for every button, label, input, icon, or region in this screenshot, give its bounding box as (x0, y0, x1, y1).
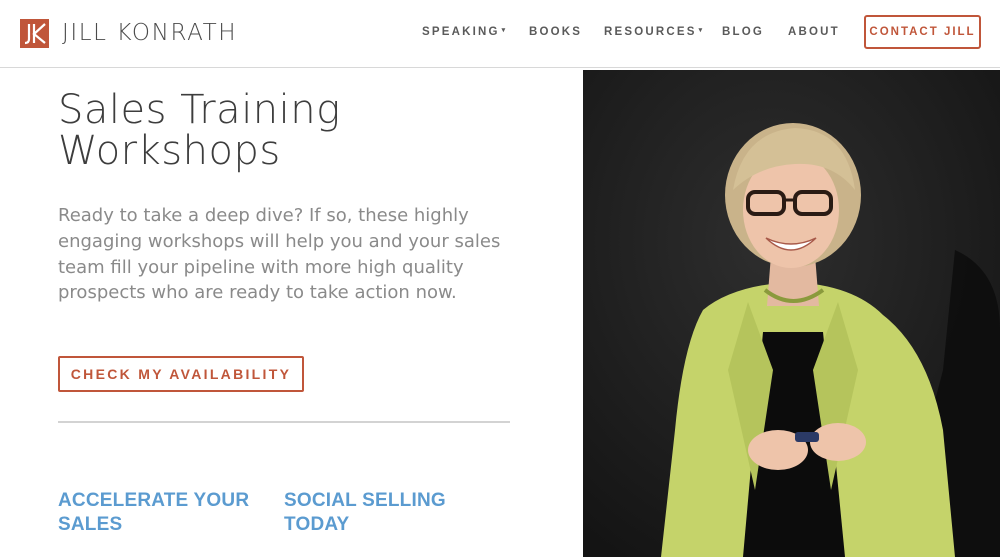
workshop-link-line2: TODAY (284, 514, 350, 535)
contact-button[interactable]: CONTACT JILL (864, 15, 981, 49)
nav-item-blog[interactable]: BLOG (722, 26, 764, 38)
check-availability-button[interactable]: CHECK MY AVAILABILITY (58, 356, 304, 392)
nav-item-resources[interactable]: RESOURCES ▾ (604, 26, 702, 38)
jk-monogram-icon (20, 19, 49, 48)
speaker-illustration (583, 70, 1000, 557)
brand-logo[interactable]: JILL KONRATH (20, 19, 237, 48)
nav-item-about[interactable]: ABOUT (788, 26, 840, 38)
nav-item-speaking[interactable]: SPEAKING ▾ (422, 26, 505, 38)
workshop-link-line1: ACCELERATE YOUR (58, 490, 250, 511)
nav-item-label: BOOKS (529, 26, 583, 38)
workshop-link-accelerate[interactable]: ACCELERATE YOUR SALES (58, 489, 268, 537)
site-header: JILL KONRATH SPEAKING ▾ BOOKS RESOURCES ▾ … (0, 0, 1000, 68)
page-title: Sales Training Workshops (58, 90, 538, 172)
page-title-line1: Sales Training (58, 87, 341, 133)
caret-down-icon: ▾ (698, 27, 703, 34)
nav-item-label: SPEAKING (422, 26, 500, 38)
nav-item-label: BLOG (722, 26, 765, 38)
workshop-link-social-selling[interactable]: SOCIAL SELLING TODAY (284, 489, 484, 537)
workshop-link-line2: SALES (58, 514, 123, 535)
caret-down-icon: ▾ (501, 27, 506, 34)
workshop-link-line1: SOCIAL SELLING (284, 490, 446, 511)
hero-intro: Ready to take a deep dive? If so, these … (58, 205, 501, 304)
brand-name: JILL KONRATH (62, 20, 238, 46)
speaker-photo (583, 70, 1000, 557)
nav-item-label: RESOURCES (604, 26, 697, 38)
nav-item-label: ABOUT (788, 26, 840, 38)
nav-item-books[interactable]: BOOKS (529, 26, 582, 38)
page-title-line2: Workshops (58, 128, 281, 174)
section-divider (58, 421, 510, 423)
